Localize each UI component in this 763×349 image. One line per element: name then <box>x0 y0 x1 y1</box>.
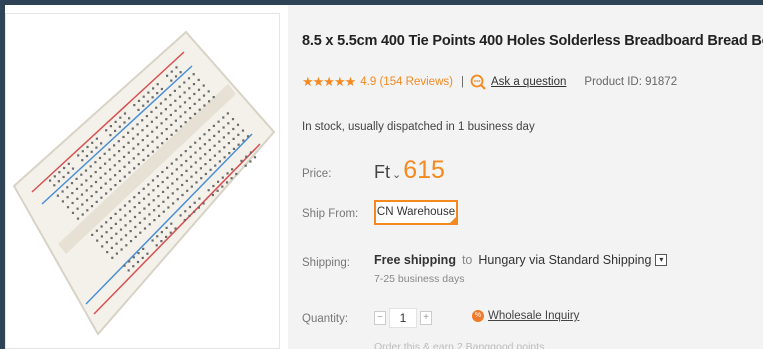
warehouse-option-cn[interactable]: CN Warehouse <box>374 200 458 225</box>
wholesale-inquiry-link[interactable]: % Wholesale Inquiry <box>472 310 579 322</box>
product-title: 8.5 x 5.5cm 400 Tie Points 400 Holes Sol… <box>302 33 763 49</box>
price-value: Ft ⌄ 615 <box>374 156 445 185</box>
quantity-increase-button[interactable]: + <box>420 311 432 325</box>
quantity-decrease-button[interactable]: − <box>374 311 386 325</box>
ask-question-link[interactable]: Ask a question <box>491 76 566 88</box>
chat-question-icon[interactable] <box>470 74 487 91</box>
warehouse-option-label: CN Warehouse <box>376 206 456 218</box>
product-image[interactable] <box>5 13 280 349</box>
price-label: Price: <box>302 168 332 180</box>
breadboard-photo-icon <box>12 30 276 336</box>
chevron-down-icon[interactable]: ⌄ <box>392 168 401 181</box>
rating-stars-icon[interactable]: ★★★★★ <box>302 74 356 90</box>
quantity-input[interactable]: 1 <box>389 308 417 328</box>
wholesale-percent-icon: % <box>472 310 484 322</box>
shipping-destination: Hungary via Standard Shipping <box>478 253 652 267</box>
selected-check-icon <box>449 216 457 224</box>
shipping-label: Shipping: <box>302 257 350 269</box>
rating-row: ★★★★★ 4.9 (154 Reviews) | Ask a question… <box>302 73 677 91</box>
shipping-dropdown-icon[interactable]: ▾ <box>655 254 668 266</box>
price-amount: 615 <box>403 156 445 184</box>
shipping-to-text: to <box>461 253 473 267</box>
shipping-method: Free shipping to Hungary via Standard Sh… <box>374 253 668 267</box>
currency-selector[interactable]: Ft <box>374 162 390 183</box>
product-info-panel <box>288 5 763 349</box>
product-id: Product ID: 91872 <box>584 76 678 88</box>
product-page: 8.5 x 5.5cm 400 Tie Points 400 Holes Sol… <box>5 5 763 349</box>
review-count-link[interactable]: 4.9 (154 Reviews) <box>360 76 453 88</box>
quantity-label: Quantity: <box>302 313 349 325</box>
earn-points-text: Order this & earn 2 Banggood points <box>374 341 545 349</box>
wholesale-inquiry-label: Wholesale Inquiry <box>488 310 580 322</box>
stock-status: In stock, usually dispatched in 1 busine… <box>302 121 535 133</box>
free-shipping-text: Free shipping <box>374 253 456 267</box>
quantity-stepper: − 1 + <box>374 308 432 328</box>
delivery-estimate: 7-25 business days <box>374 273 465 285</box>
separator: | <box>460 76 464 88</box>
ship-from-label: Ship From: <box>302 208 359 220</box>
